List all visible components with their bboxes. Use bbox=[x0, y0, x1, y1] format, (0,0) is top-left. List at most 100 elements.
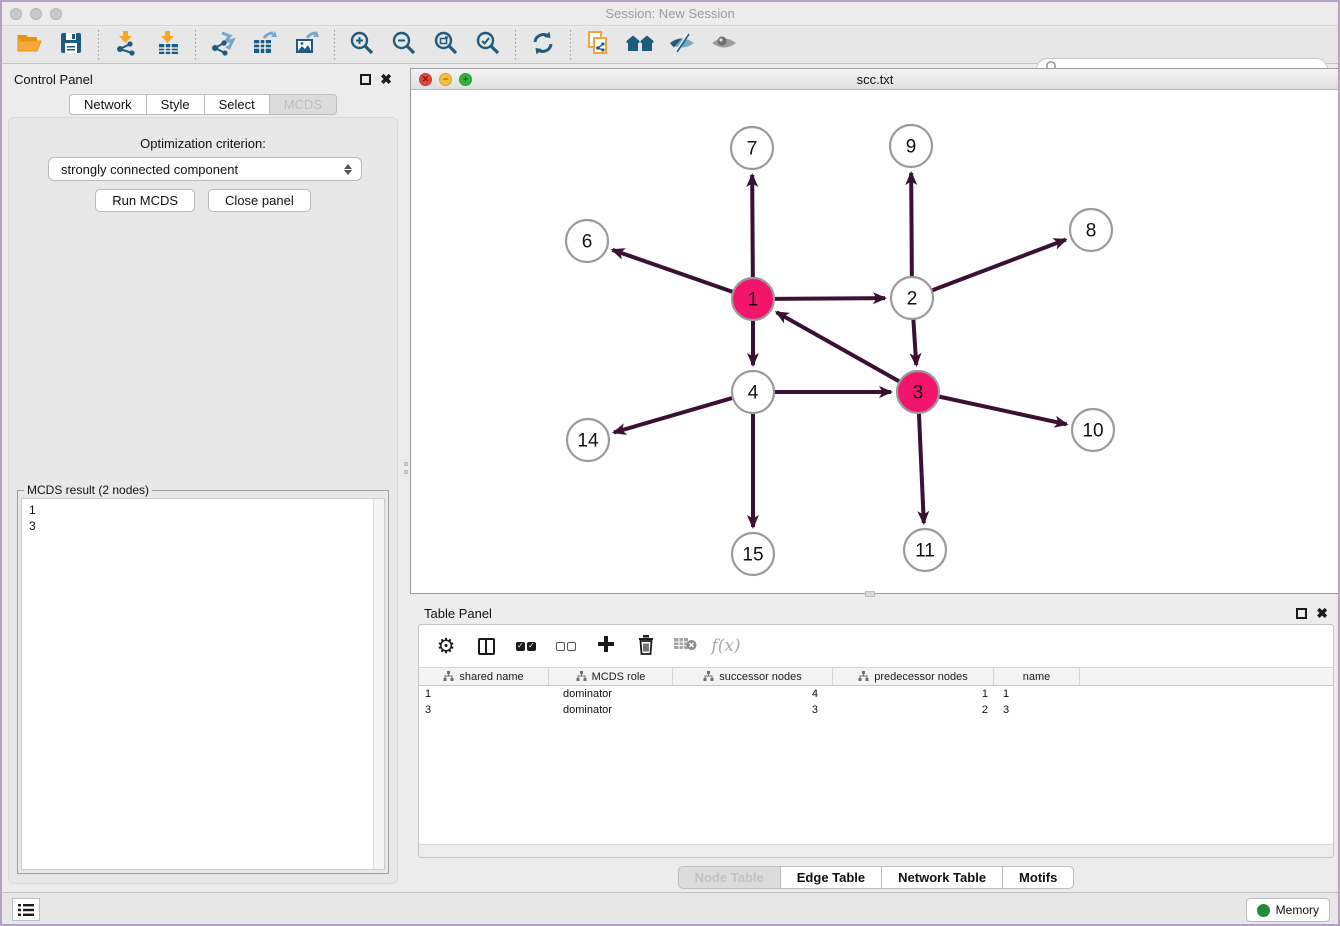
deselect-all-button[interactable] bbox=[553, 633, 579, 659]
tab-mcds[interactable]: MCDS bbox=[270, 94, 337, 115]
graph-node-label-9: 9 bbox=[906, 137, 917, 158]
table-row[interactable]: 3 dominator 3 2 3 bbox=[419, 702, 1333, 718]
plus-icon bbox=[596, 634, 616, 659]
save-session-button[interactable] bbox=[54, 29, 88, 61]
save-icon bbox=[58, 30, 84, 61]
close-table-panel-icon[interactable]: ✖ bbox=[1316, 608, 1328, 619]
zoom-selected-button[interactable] bbox=[471, 29, 505, 61]
open-session-button[interactable] bbox=[12, 29, 46, 61]
control-panel-title: Control Panel bbox=[14, 72, 360, 87]
table-horizontal-scrollbar[interactable] bbox=[419, 844, 1333, 857]
network-file-title: scc.txt bbox=[411, 72, 1339, 87]
hierarchy-icon bbox=[576, 671, 587, 682]
graph-edge-3-11[interactable] bbox=[919, 412, 924, 523]
delete-table-button[interactable] bbox=[673, 633, 699, 659]
control-panel: Control Panel ✖ Network Style Select MCD… bbox=[2, 64, 404, 892]
optimization-criterion-select[interactable]: strongly connected component bbox=[48, 157, 362, 181]
hide-selected-button[interactable] bbox=[665, 29, 699, 61]
hierarchy-icon bbox=[443, 671, 454, 682]
graph-edge-2-3[interactable] bbox=[913, 318, 916, 365]
tab-network[interactable]: Network bbox=[69, 94, 147, 115]
delete-table-icon bbox=[674, 636, 698, 657]
tab-style[interactable]: Style bbox=[147, 94, 205, 115]
graph-node-label-1: 1 bbox=[748, 290, 759, 311]
duplicate-network-button[interactable] bbox=[581, 29, 615, 61]
column-header-name[interactable]: name bbox=[994, 668, 1080, 685]
mcds-result-text[interactable]: 1 3 bbox=[21, 498, 385, 870]
duplicate-network-icon bbox=[585, 30, 611, 61]
column-header-successor-nodes[interactable]: successor nodes bbox=[673, 668, 833, 685]
table-options-button[interactable]: ⚙ bbox=[433, 633, 459, 659]
export-table-button[interactable] bbox=[248, 29, 282, 61]
task-history-button[interactable] bbox=[12, 898, 40, 921]
session-title: Session: New Session bbox=[2, 6, 1338, 21]
tab-node-table[interactable]: Node Table bbox=[678, 866, 781, 889]
mcds-result-box: MCDS result (2 nodes) 1 3 bbox=[17, 490, 389, 874]
tab-edge-table[interactable]: Edge Table bbox=[781, 866, 882, 889]
apply-function-button[interactable]: f(x) bbox=[713, 633, 739, 659]
horizontal-splitter-handle[interactable] bbox=[865, 591, 875, 597]
graph-edge-1-6[interactable] bbox=[612, 250, 734, 292]
graph-edge-1-7[interactable] bbox=[752, 175, 753, 279]
export-network-button[interactable] bbox=[206, 29, 240, 61]
graph-edge-3-1[interactable] bbox=[777, 312, 901, 382]
zoom-in-button[interactable] bbox=[345, 29, 379, 61]
split-panel-button[interactable] bbox=[473, 633, 499, 659]
zoom-out-button[interactable] bbox=[387, 29, 421, 61]
table-panel-title: Table Panel bbox=[424, 606, 1296, 621]
float-panel-icon[interactable] bbox=[360, 74, 371, 85]
column-header-shared-name[interactable]: shared name bbox=[419, 668, 549, 685]
result-scrollbar[interactable] bbox=[373, 499, 384, 869]
export-table-icon bbox=[252, 30, 278, 61]
column-header-predecessor-nodes[interactable]: predecessor nodes bbox=[833, 668, 994, 685]
float-table-panel-icon[interactable] bbox=[1296, 608, 1307, 619]
tab-motifs[interactable]: Motifs bbox=[1003, 866, 1074, 889]
graph-node-label-10: 10 bbox=[1082, 421, 1103, 442]
table-panel: Table Panel ✖ ⚙ f(x) bbox=[410, 598, 1340, 892]
memory-status-icon bbox=[1257, 904, 1270, 917]
tab-select[interactable]: Select bbox=[205, 94, 270, 115]
graph-node-label-3: 3 bbox=[913, 383, 924, 404]
graph-edge-2-8[interactable] bbox=[931, 240, 1066, 291]
select-all-button[interactable] bbox=[513, 633, 539, 659]
eye-slash-icon bbox=[668, 30, 696, 61]
hierarchy-icon bbox=[858, 671, 869, 682]
table-row[interactable]: 1 dominator 4 1 1 bbox=[419, 686, 1333, 702]
memory-button[interactable]: Memory bbox=[1246, 898, 1330, 922]
tab-network-table[interactable]: Network Table bbox=[882, 866, 1003, 889]
table-header-row: shared name MCDS role successor nodes pr… bbox=[419, 667, 1333, 686]
close-panel-icon[interactable]: ✖ bbox=[380, 74, 392, 85]
network-canvas-svg: 7968124314101511 bbox=[411, 90, 1339, 593]
table-body: 1 dominator 4 1 1 3 dominator 3 2 3 bbox=[419, 686, 1333, 718]
hierarchy-icon bbox=[703, 671, 714, 682]
vertical-splitter-handle[interactable] bbox=[403, 462, 409, 484]
network-view-window: ✕ − + scc.txt 7968124314101511 bbox=[410, 68, 1340, 594]
close-panel-button[interactable]: Close panel bbox=[208, 189, 311, 212]
add-column-button[interactable] bbox=[593, 633, 619, 659]
graph-edge-1-2[interactable] bbox=[773, 298, 885, 299]
column-header-mcds-role[interactable]: MCDS role bbox=[549, 668, 673, 685]
graph-node-label-11: 11 bbox=[915, 541, 935, 562]
first-neighbors-button[interactable] bbox=[623, 29, 657, 61]
delete-column-button[interactable] bbox=[633, 633, 659, 659]
graph-edge-4-14[interactable] bbox=[614, 398, 734, 433]
show-all-button[interactable] bbox=[707, 29, 741, 61]
network-canvas[interactable]: 7968124314101511 bbox=[411, 90, 1339, 593]
graph-node-label-15: 15 bbox=[742, 545, 763, 566]
import-network-button[interactable] bbox=[109, 29, 143, 61]
titlebar: Session: New Session bbox=[2, 2, 1338, 26]
result-line: 1 bbox=[29, 502, 384, 518]
status-bar: Memory bbox=[2, 892, 1338, 924]
run-mcds-button[interactable]: Run MCDS bbox=[95, 189, 195, 212]
select-all-icon bbox=[516, 642, 536, 651]
export-image-button[interactable] bbox=[290, 29, 324, 61]
graph-edge-3-10[interactable] bbox=[938, 396, 1067, 424]
import-table-button[interactable] bbox=[151, 29, 185, 61]
graph-node-label-6: 6 bbox=[582, 232, 593, 253]
graph-edge-2-9[interactable] bbox=[911, 173, 912, 278]
zoom-fit-button[interactable] bbox=[429, 29, 463, 61]
stepper-icon bbox=[337, 158, 359, 180]
selected-criterion: strongly connected component bbox=[61, 162, 337, 177]
network-window-titlebar[interactable]: ✕ − + scc.txt bbox=[411, 69, 1339, 90]
refresh-button[interactable] bbox=[526, 29, 560, 61]
